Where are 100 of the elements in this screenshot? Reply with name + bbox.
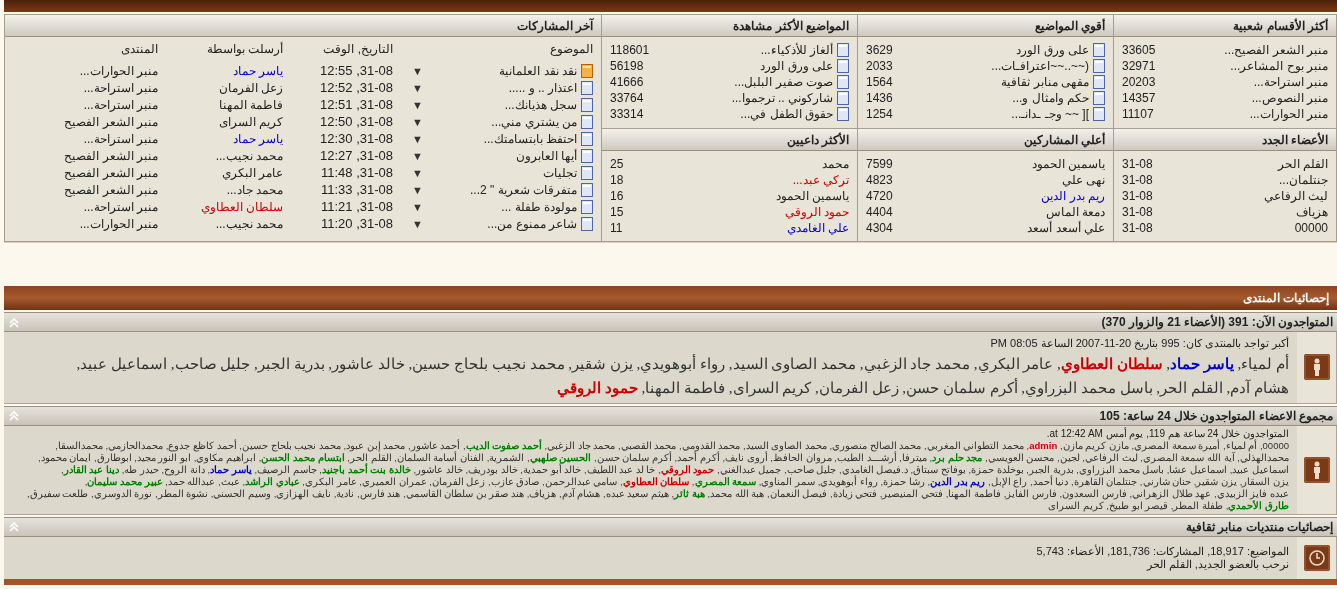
dropdown-arrow[interactable]: ▼: [393, 113, 423, 130]
member-link[interactable]: أروى نايف: [725, 451, 768, 463]
member-link[interactable]: عبير محمد سليمان: [87, 475, 163, 487]
forum-link[interactable]: منبر الشعر الفصيح: [13, 146, 158, 165]
member-link[interactable]: ميترفا: [901, 451, 927, 463]
member-link[interactable]: اسماعيل عبيد: [80, 355, 167, 372]
topic-link[interactable]: اعتذار .. و .....: [508, 78, 577, 97]
member-link[interactable]: أم لمياء: [1225, 439, 1258, 451]
member-link[interactable]: ابراهيم مكاوي: [196, 451, 257, 463]
forum-link[interactable]: منبر استراحة...: [13, 95, 158, 114]
member-link[interactable]: مروان الحافظ: [773, 451, 832, 463]
member-link[interactable]: يزن شقير: [1196, 475, 1238, 487]
member-link[interactable]: رواء أبوهويدي: [640, 355, 725, 372]
member-link[interactable]: حمود الروقي: [557, 379, 638, 396]
topic-link[interactable]: متفرقات شعرية " 2...: [470, 180, 577, 199]
member-link[interactable]: خالد عاشور: [416, 463, 463, 475]
member-link[interactable]: الشمرية: [489, 451, 525, 463]
author-link[interactable]: فاطمة المهنا: [158, 95, 283, 114]
name-link[interactable]: دمعة الماس: [930, 203, 1105, 221]
member-link[interactable]: محمدالحازمي: [108, 439, 164, 451]
member-link[interactable]: ابتسام محمد الحسن: [261, 451, 345, 463]
member-link[interactable]: أرشـــد الطيب: [836, 451, 897, 463]
member-link[interactable]: رواء أبوهويدي: [820, 475, 878, 487]
topic-link[interactable]: من يشتري مني...: [491, 112, 577, 131]
topic-link[interactable]: صوت صفير البلبل...: [674, 73, 833, 91]
author-link[interactable]: محمد نجيب...: [158, 146, 283, 165]
name-link[interactable]: 00000: [1186, 219, 1328, 237]
member-link[interactable]: حيدر طه: [124, 463, 159, 475]
member-link[interactable]: طارق الأحمدي: [1228, 499, 1289, 511]
name-link[interactable]: محمد: [674, 155, 849, 173]
name-link[interactable]: منبر استراحة...: [1186, 73, 1328, 91]
topic-link[interactable]: مقهى منابر ثقافية: [930, 73, 1089, 91]
member-link[interactable]: هبة ثائر: [674, 487, 705, 499]
member-link[interactable]: اسماعيل عبيد: [1232, 463, 1289, 475]
topic-link[interactable]: ألغاز للأذكياء...: [674, 41, 833, 59]
dropdown-arrow[interactable]: ▼: [393, 79, 423, 96]
topic-link[interactable]: تجليات: [543, 163, 577, 182]
member-link[interactable]: خالد بودريف: [468, 463, 518, 475]
member-link[interactable]: جاسم الرصيف: [257, 463, 317, 475]
author-link[interactable]: عامر البكري: [158, 163, 283, 182]
topic-link[interactable]: ][ ~~ وجـ ـدانـ...: [930, 105, 1089, 123]
author-link[interactable]: زعل الفرمان: [158, 78, 283, 97]
member-link[interactable]: يزن شقير: [572, 355, 633, 372]
member-link[interactable]: سمر المناوي: [761, 475, 816, 487]
member-link[interactable]: جليل صاحب: [174, 355, 251, 372]
member-link[interactable]: فاطمة المهنا: [645, 379, 725, 396]
member-link[interactable]: ياسر حماد: [210, 463, 252, 475]
member-link[interactable]: بوخلدة حمزة: [971, 463, 1024, 475]
member-link[interactable]: بوفاتح سبتاق: [913, 463, 966, 475]
topic-link[interactable]: على ورق الورد: [674, 57, 833, 75]
member-link[interactable]: أحمد كاظع جدوع: [168, 439, 237, 451]
member-link[interactable]: فتحي المنيصير: [882, 487, 944, 499]
forum-link[interactable]: منبر الشعر الفصيح: [13, 112, 158, 131]
dropdown-arrow[interactable]: ▼: [393, 96, 423, 113]
name-link[interactable]: هزياف: [1186, 203, 1328, 221]
member-link[interactable]: كريم السراى: [1047, 499, 1104, 511]
member-link[interactable]: محمد جاد الزغبي: [863, 355, 970, 372]
name-link[interactable]: علي الغامدي: [674, 219, 849, 237]
member-link[interactable]: مجد حلم برد: [932, 451, 983, 463]
member-link[interactable]: سمعة المصري: [694, 475, 757, 487]
member-link[interactable]: خالد عاشور: [332, 355, 405, 372]
member-link[interactable]: هزياف: [529, 487, 557, 499]
member-link[interactable]: عامر البكري: [977, 355, 1054, 372]
member-link[interactable]: كريم السراى: [732, 379, 812, 396]
dropdown-arrow[interactable]: ▼: [393, 198, 423, 215]
member-link[interactable]: محمد جاد الزغبي: [547, 439, 616, 451]
member-link[interactable]: بدرية الجبر: [257, 355, 325, 372]
member-link[interactable]: محمد نجيب بلحاج حسين: [412, 355, 565, 372]
member-link[interactable]: يزن السقار: [1242, 475, 1289, 487]
member-link[interactable]: خالد أبو حمدية: [523, 463, 582, 475]
topic-link[interactable]: (~~..~~اعترافـات...: [930, 57, 1089, 75]
member-link[interactable]: عبادي الراشد: [245, 475, 300, 487]
topic-link[interactable]: شاعر ممنوع من...: [487, 214, 577, 233]
member-link[interactable]: رشا حمزة: [883, 475, 925, 487]
member-link[interactable]: admin: [1029, 439, 1058, 451]
topic-link[interactable]: احتفظ بابتسامتك...: [483, 129, 577, 148]
name-link[interactable]: علي أسعد أسعد: [930, 219, 1105, 237]
member-link[interactable]: فارس الفايز: [1006, 487, 1057, 499]
forum-link[interactable]: منبر الحوارات...: [13, 61, 158, 80]
dropdown-arrow[interactable]: ▼: [393, 147, 423, 164]
member-link[interactable]: نادية: [336, 487, 355, 499]
forum-link[interactable]: منبر الحوارات...: [13, 214, 158, 233]
member-link[interactable]: القلم الحر: [1160, 379, 1223, 396]
member-link[interactable]: أميرة سمعة المصري: [1134, 439, 1221, 451]
topic-link[interactable]: نقد نقد العلمانية: [499, 61, 577, 80]
member-link[interactable]: ياسر حماد: [1170, 355, 1234, 372]
member-link[interactable]: ريم بدر الدين: [930, 475, 986, 487]
dropdown-arrow[interactable]: ▼: [393, 164, 423, 181]
forum-link[interactable]: منبر الشعر الفصيح: [13, 180, 158, 199]
topic-link[interactable]: حكم وامثال و...: [930, 89, 1089, 107]
name-link[interactable]: حمود الروقي: [674, 203, 849, 221]
author-link[interactable]: ياسر حماد: [158, 61, 283, 80]
member-link[interactable]: أكرم سلمان حسن: [906, 379, 1018, 396]
member-link[interactable]: الفنان أسامة السلمان: [396, 451, 485, 463]
name-link[interactable]: جنتلمان...: [1186, 171, 1328, 189]
name-link[interactable]: ياسمين الحمود: [674, 187, 849, 205]
collapse-icon[interactable]: [9, 316, 19, 328]
name-link[interactable]: ياسمين الحمود: [930, 155, 1105, 173]
author-link[interactable]: كريم السراى: [158, 112, 283, 131]
forum-link[interactable]: منبر استراحة...: [13, 197, 158, 216]
